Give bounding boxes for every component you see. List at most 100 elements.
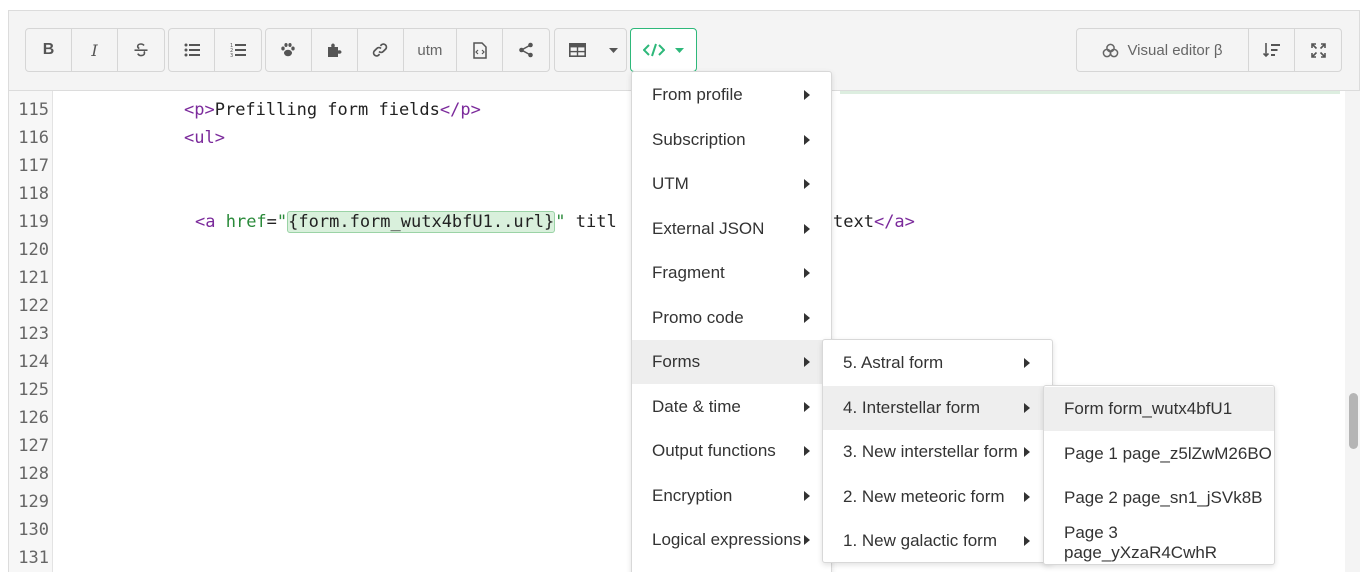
- forms-item-label: 4. Interstellar form: [843, 397, 980, 417]
- line-number: 119: [18, 212, 49, 232]
- menu-item-label: Encryption: [652, 485, 733, 505]
- interstellar-item-page-3-page-yxzar4cwhr[interactable]: Page 3 page_yXzaR4CwhR: [1044, 521, 1274, 565]
- caret-right-icon: [1024, 536, 1030, 546]
- sort-button[interactable]: [1249, 29, 1295, 71]
- line-number: 123: [18, 324, 49, 344]
- forms-item-5-astral-form[interactable]: 5. Astral form: [823, 341, 1052, 385]
- line-number: 118: [18, 184, 49, 204]
- bullet-list-icon: [184, 43, 200, 57]
- table-group: [554, 28, 627, 72]
- line-number: 116: [18, 128, 49, 148]
- line-number: 127: [18, 436, 49, 456]
- caret-right-icon: [1024, 358, 1030, 368]
- visual-editor-label: Visual editor β: [1127, 41, 1223, 59]
- share-button[interactable]: [503, 29, 549, 71]
- menu-item-forms[interactable]: Forms: [632, 340, 831, 384]
- line-number: 125: [18, 380, 49, 400]
- interstellar-item-label: Page 2 page_sn1_jSVk8B: [1064, 488, 1263, 507]
- menu-item-subscription[interactable]: Subscription: [632, 118, 831, 162]
- file-code-button[interactable]: [457, 29, 504, 71]
- table-dropdown-button[interactable]: [600, 29, 626, 71]
- forms-item-3-new-interstellar-form[interactable]: 3. New interstellar form: [823, 430, 1052, 474]
- caret-right-icon: [1024, 491, 1030, 502]
- menu-item-label: Subscription: [652, 129, 746, 149]
- code-line-tail: text</a>: [833, 208, 915, 236]
- interstellar-item-form-form-wutx4bfu1[interactable]: Form form_wutx4bfU1: [1044, 387, 1274, 431]
- code-line: <a href="{form.form_wutx4bfU1..url}" tit…: [195, 208, 617, 236]
- visual-editor-button[interactable]: Visual editor β: [1077, 29, 1249, 71]
- caret-right-icon: [804, 312, 810, 323]
- italic-icon: I: [91, 40, 98, 60]
- line-number: 115: [18, 100, 49, 120]
- caret-down-icon: [675, 47, 684, 53]
- menu-item-from-profile[interactable]: From profile: [632, 73, 831, 117]
- code-token: ": [555, 212, 566, 232]
- menu-item-label: Date & time: [652, 396, 741, 416]
- code-token: text: [833, 212, 874, 232]
- strikethrough-icon: [134, 43, 148, 57]
- menu-item-label: Forms: [652, 352, 701, 371]
- forms-item-1-new-galactic-form[interactable]: 1. New galactic form: [823, 519, 1052, 563]
- view-group: Visual editor β: [1076, 28, 1342, 72]
- line-number: 120: [18, 240, 49, 260]
- interstellar-item-label: Page 1 page_z5lZwM26BO: [1064, 443, 1272, 463]
- interstellar-item-page-2-page-sn1-jsvk8b[interactable]: Page 2 page_sn1_jSVk8B: [1044, 476, 1274, 520]
- code-token: <a: [195, 212, 226, 232]
- sort-icon: [1263, 43, 1280, 58]
- utm-button[interactable]: utm: [404, 29, 458, 71]
- fullscreen-icon: [1310, 42, 1326, 58]
- menu-item-promo-code[interactable]: Promo code: [632, 296, 831, 340]
- link-button[interactable]: [358, 29, 404, 71]
- caret-right-icon: [804, 90, 810, 100]
- line-number: 117: [18, 156, 49, 176]
- menu-item-fragment[interactable]: Fragment: [632, 251, 831, 295]
- scrollbar-thumb[interactable]: [1349, 393, 1358, 449]
- insert-group: utm: [265, 28, 550, 72]
- scrolled-text-remnant: [840, 91, 1340, 94]
- menu-item-output-functions[interactable]: Output functions: [632, 429, 831, 473]
- bold-button[interactable]: B: [26, 29, 72, 71]
- insert-code-dropdown-button[interactable]: [630, 28, 697, 72]
- menu-item-external-json[interactable]: External JSON: [632, 207, 831, 251]
- line-number: 129: [18, 492, 49, 512]
- code-token: href: [225, 212, 267, 232]
- table-icon: [569, 43, 587, 57]
- menu-item-label: External JSON: [652, 218, 765, 238]
- caret-right-icon: [804, 134, 810, 145]
- menu-item-label: From profile: [652, 85, 743, 104]
- line-number: 131: [18, 548, 49, 568]
- menu-item-encryption[interactable]: Encryption: [632, 474, 831, 518]
- strikethrough-button[interactable]: [118, 29, 164, 71]
- menu-item-logical-expressions[interactable]: Logical expressions: [632, 518, 831, 562]
- fullscreen-button[interactable]: [1295, 29, 1341, 71]
- italic-button[interactable]: I: [72, 29, 118, 71]
- forms-submenu: 5. Astral form 4. Interstellar form 3. New…: [822, 339, 1053, 563]
- code-token: =: [266, 212, 277, 232]
- forms-item-2-new-meteoric-form[interactable]: 2. New meteoric form: [823, 475, 1052, 519]
- bullet-list-button[interactable]: [169, 29, 215, 71]
- numbered-list-button[interactable]: 123: [215, 29, 261, 71]
- forms-item-label: 2. New meteoric form: [843, 486, 1005, 506]
- puzzle-icon: [328, 43, 342, 57]
- code-token: <ul>: [184, 128, 225, 148]
- code-token: <p>: [184, 100, 215, 120]
- forms-item-label: 1. New galactic form: [843, 531, 997, 550]
- forms-item-label: 3. New interstellar form: [843, 442, 1018, 461]
- line-number: 126: [18, 408, 49, 428]
- format-group: B I: [25, 28, 165, 72]
- highlighted-variable: {form.form_wutx4bfU1..url}: [287, 211, 556, 233]
- share-icon: [519, 42, 533, 58]
- paw-button[interactable]: [266, 29, 312, 71]
- interstellar-item-page-1-page-z5lzwm26bo[interactable]: Page 1 page_z5lZwM26BO: [1044, 432, 1274, 476]
- puzzle-button[interactable]: [312, 29, 358, 71]
- menu-item-label: Fragment: [652, 263, 725, 282]
- table-button[interactable]: [555, 29, 600, 71]
- caret-down-icon: [608, 47, 618, 53]
- menu-item-label: Logical expressions: [652, 530, 802, 549]
- interstellar-form-submenu: Form form_wutx4bfU1 Page 1 page_z5lZwM26B…: [1043, 385, 1275, 565]
- paw-icon: [281, 43, 296, 57]
- forms-item-4-interstellar-form[interactable]: 4. Interstellar form: [823, 385, 1052, 430]
- menu-item-utm[interactable]: UTM: [632, 162, 831, 206]
- menu-item-date-time[interactable]: Date & time: [632, 385, 831, 429]
- editor-scrollbar[interactable]: [1345, 91, 1360, 572]
